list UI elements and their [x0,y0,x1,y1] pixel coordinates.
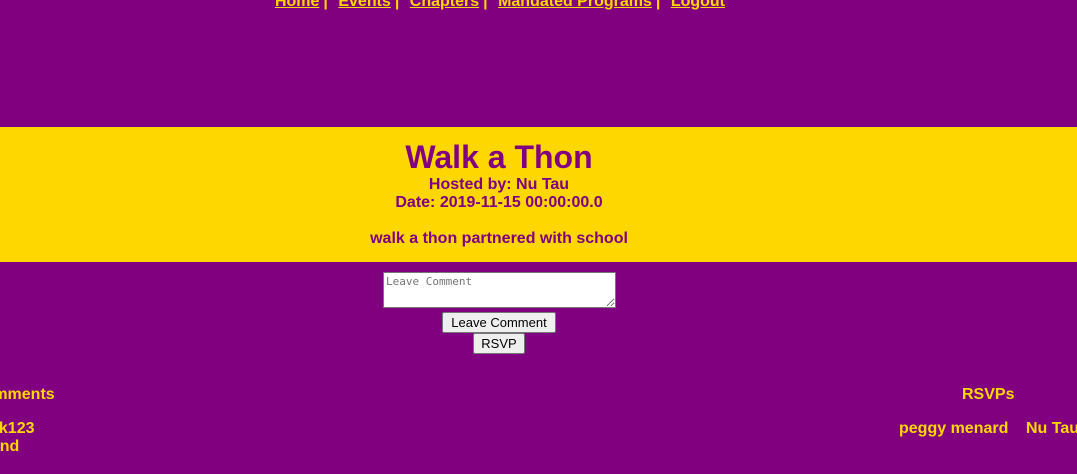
leave-comment-button[interactable]: Leave Comment [442,312,556,333]
event-banner: Walk a Thon Hosted by: Nu Tau Date: 2019… [0,127,1077,262]
nav-separator: | [394,0,400,10]
top-nav: Home | Events | Chapters | Mandated Program… [0,0,1000,13]
event-date: Date: 2019-11-15 00:00:00.0 [395,194,603,211]
nav-events-link[interactable]: Events [338,0,390,10]
nav-chapters-link[interactable]: Chapters [410,0,479,10]
rsvp-chapter: Nu Tau [1026,420,1077,437]
comments-heading: Comments [0,386,55,403]
rsvp-name: peggy menard [899,420,1009,437]
rsvp-button[interactable]: RSVP [473,333,525,354]
comment-item: ck123 [0,420,35,437]
rsvps-heading: RSVPs [962,386,1015,403]
event-description: walk a thon partnered with school [370,230,628,247]
event-title: Walk a Thon [405,139,593,175]
nav-home-link[interactable]: Home [275,0,319,10]
event-host: Hosted by: Nu Tau [428,176,570,193]
nav-separator: | [323,0,328,10]
nav-separator: | [483,0,488,10]
nav-mandated-programs-link[interactable]: Mandated Programs [498,0,652,10]
comment-input[interactable] [383,272,616,308]
nav-logout-link[interactable]: Logout [671,0,725,10]
comment-item: gnd [0,438,20,455]
nav-separator: | [655,0,661,10]
